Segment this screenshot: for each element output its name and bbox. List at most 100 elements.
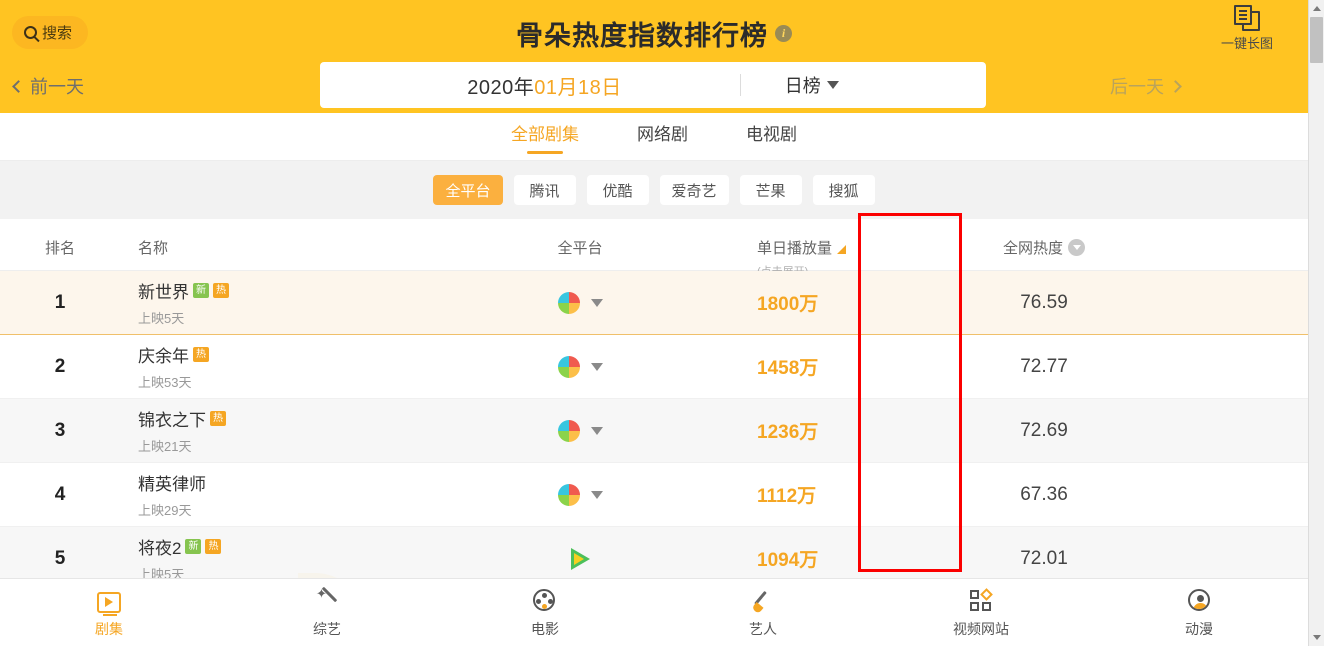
scroll-down-arrow-icon[interactable] bbox=[1309, 629, 1324, 646]
row-rank: 5 bbox=[54, 547, 66, 569]
nav-item-video-sites[interactable]: 视频网站 bbox=[872, 587, 1090, 639]
row-play-volume: 1458万 bbox=[757, 358, 819, 379]
row-rank: 1 bbox=[54, 291, 66, 313]
date-month: 01月 bbox=[534, 76, 578, 99]
tab-web-series[interactable]: 网络剧 bbox=[637, 120, 688, 154]
category-tabs: 全部剧集 网络剧 电视剧 bbox=[0, 113, 1308, 161]
row-title[interactable]: 新世界 bbox=[138, 278, 189, 303]
chevron-left-icon bbox=[12, 79, 25, 93]
chevron-down-icon[interactable] bbox=[590, 426, 603, 435]
row-name-cell: 精英律师 上映29天 bbox=[120, 470, 420, 519]
row-title[interactable]: 庆余年 bbox=[138, 342, 189, 367]
nav-item-artist[interactable]: 艺人 bbox=[654, 587, 872, 639]
column-header-name: 名称 bbox=[138, 240, 169, 257]
date-year: 2020年 bbox=[467, 76, 535, 99]
tab-tv-series[interactable]: 电视剧 bbox=[746, 120, 797, 154]
badge-hot: 热 bbox=[210, 411, 226, 426]
row-heat-index: 67.36 bbox=[1020, 483, 1068, 505]
badge-hot: 热 bbox=[193, 347, 209, 362]
multicolor-pie-icon bbox=[557, 483, 580, 506]
play-box-icon bbox=[97, 587, 121, 616]
row-name-cell: 新世界 新 热 上映5天 bbox=[120, 278, 420, 327]
row-heat-index: 72.77 bbox=[1020, 355, 1068, 377]
vertical-scrollbar[interactable] bbox=[1308, 0, 1324, 646]
row-play-volume: 1236万 bbox=[757, 422, 819, 443]
ranking-table: 排名 名称 全平台 单日播放量 (点击展开) 全网热度 bbox=[0, 219, 1308, 591]
nav-item-label: 动漫 bbox=[1185, 620, 1213, 637]
row-heat-index: 72.69 bbox=[1020, 419, 1068, 441]
row-platform-cell[interactable] bbox=[420, 483, 740, 506]
row-title[interactable]: 将夜2 bbox=[138, 534, 181, 559]
platform-pill-iqiyi[interactable]: 爱奇艺 bbox=[659, 175, 729, 205]
table-row[interactable]: 2 庆余年 热 上映53天 1458万 72.77 bbox=[0, 335, 1308, 399]
platform-pill-sohu[interactable]: 搜狐 bbox=[812, 175, 875, 205]
ranking-page: 搜索 骨朵热度指数排行榜 i 一键长图 前一天 后一天 2020年01月18日 … bbox=[0, 0, 1324, 646]
platform-filter-bar: 全平台 腾讯 优酷 爱奇艺 芒果 搜狐 bbox=[0, 161, 1308, 219]
nav-item-anime[interactable]: 动漫 bbox=[1090, 587, 1308, 639]
chevron-down-icon[interactable] bbox=[590, 490, 603, 499]
table-row[interactable]: 4 精英律师 上映29天 1112万 67.36 bbox=[0, 463, 1308, 527]
info-icon[interactable]: i bbox=[775, 25, 792, 42]
prev-day-label: 前一天 bbox=[30, 77, 84, 97]
row-days-on-air: 上映5天 bbox=[138, 311, 185, 326]
badge-new: 新 bbox=[193, 283, 209, 298]
row-play-volume: 1094万 bbox=[757, 550, 819, 571]
scroll-up-arrow-icon[interactable] bbox=[1309, 0, 1324, 17]
scrollbar-thumb[interactable] bbox=[1310, 17, 1323, 63]
row-platform-cell[interactable] bbox=[420, 355, 740, 378]
page-content: 搜索 骨朵热度指数排行榜 i 一键长图 前一天 后一天 2020年01月18日 … bbox=[0, 0, 1308, 646]
chevron-down-icon[interactable] bbox=[590, 362, 603, 371]
nav-item-movie[interactable]: 电影 bbox=[436, 587, 654, 639]
column-header-heat[interactable]: 全网热度 bbox=[920, 237, 1308, 258]
person-circle-icon bbox=[1186, 587, 1212, 613]
row-platform-cell[interactable] bbox=[420, 291, 740, 314]
row-play-volume: 1112万 bbox=[757, 486, 817, 507]
multicolor-pie-icon bbox=[557, 419, 580, 442]
long-image-label: 一键长图 bbox=[1220, 36, 1273, 51]
row-title[interactable]: 精英律师 bbox=[138, 470, 206, 495]
tab-all-series[interactable]: 全部剧集 bbox=[511, 120, 579, 154]
multicolor-pie-icon bbox=[557, 291, 580, 314]
row-rank: 3 bbox=[54, 419, 66, 441]
page-title: 骨朵热度指数排行榜 bbox=[516, 21, 768, 51]
long-image-button[interactable]: 一键长图 bbox=[1204, 5, 1290, 52]
row-rank: 2 bbox=[54, 355, 66, 377]
row-days-on-air: 上映29天 bbox=[138, 503, 192, 518]
row-platform-cell[interactable] bbox=[420, 419, 740, 442]
platform-pill-youku[interactable]: 优酷 bbox=[586, 175, 649, 205]
table-row[interactable]: 1 新世界 新 热 上映5天 1800万 76.59 bbox=[0, 271, 1308, 335]
row-name-cell: 锦衣之下 热 上映21天 bbox=[120, 406, 420, 455]
mango-play-icon bbox=[570, 547, 590, 570]
sort-ascending-icon[interactable] bbox=[837, 245, 847, 254]
platform-pill-tencent[interactable]: 腾讯 bbox=[513, 175, 576, 205]
nav-item-label: 剧集 bbox=[95, 620, 123, 637]
date-selector-box: 2020年01月18日 日榜 bbox=[320, 62, 986, 108]
nav-item-label: 艺人 bbox=[749, 620, 777, 637]
row-days-on-air: 上映53天 bbox=[138, 375, 192, 390]
row-title[interactable]: 锦衣之下 bbox=[138, 406, 206, 431]
table-body: 骨朵数据 @骨朵网络影视 1 新世界 新 热 上映5天 bbox=[0, 271, 1308, 591]
row-name-cell: 庆余年 热 上映53天 bbox=[120, 342, 420, 391]
row-rank: 4 bbox=[54, 483, 66, 505]
page-header: 搜索 骨朵热度指数排行榜 i 一键长图 前一天 后一天 2020年01月18日 … bbox=[0, 0, 1308, 113]
nav-item-variety[interactable]: ✦ 综艺 bbox=[218, 586, 436, 639]
rank-period-dropdown[interactable]: 日榜 bbox=[785, 72, 839, 98]
multicolor-pie-icon bbox=[557, 355, 580, 378]
download-arrow-icon[interactable] bbox=[1068, 239, 1085, 256]
prev-day-button[interactable]: 前一天 bbox=[12, 73, 84, 99]
nav-item-label: 综艺 bbox=[313, 620, 341, 637]
column-header-play-label: 单日播放量 bbox=[757, 240, 833, 257]
chevron-down-icon[interactable] bbox=[590, 298, 603, 307]
next-day-button[interactable]: 后一天 bbox=[1110, 73, 1182, 99]
table-row[interactable]: 3 锦衣之下 热 上映21天 1236万 72.69 bbox=[0, 399, 1308, 463]
date-display[interactable]: 2020年01月18日 bbox=[467, 71, 622, 100]
row-platform-cell[interactable] bbox=[420, 547, 740, 570]
badge-new: 新 bbox=[185, 539, 202, 554]
page-title-wrap: 骨朵热度指数排行榜 i bbox=[0, 14, 1308, 53]
row-play-volume: 1800万 bbox=[757, 294, 819, 315]
row-heat-index: 72.01 bbox=[1020, 547, 1068, 569]
platform-pill-all[interactable]: 全平台 bbox=[433, 175, 503, 205]
chevron-right-icon bbox=[1169, 79, 1182, 93]
nav-item-series[interactable]: 剧集 bbox=[0, 587, 218, 639]
platform-pill-mango[interactable]: 芒果 bbox=[739, 175, 802, 205]
